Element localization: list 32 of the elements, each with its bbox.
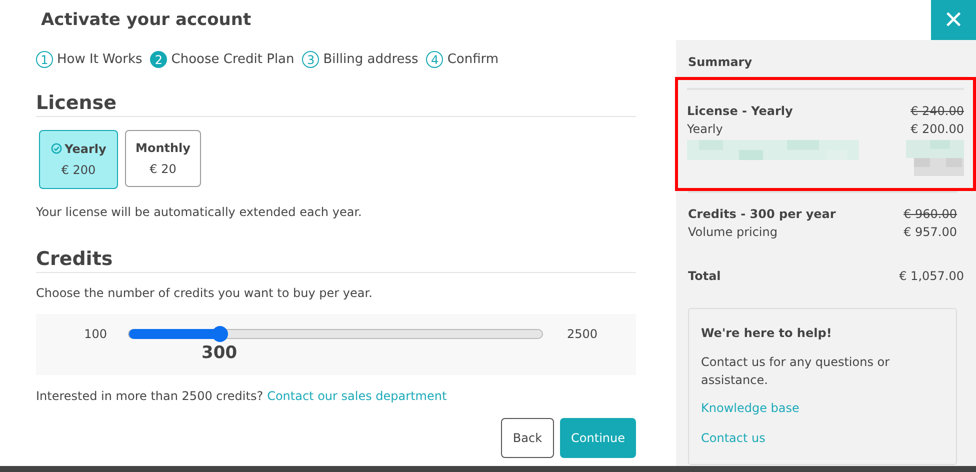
summary-item-detail: Volume pricing [688, 224, 778, 241]
pixelated-blur-drawing [906, 140, 964, 176]
wizard-step[interactable]: 4 Confirm [426, 50, 499, 70]
wizard-step[interactable]: 3 Billing address [302, 50, 418, 70]
slider-thumb[interactable] [212, 326, 228, 342]
summary-item-price: € 200.00 [910, 121, 964, 138]
total-amount: € 1,057.00 [899, 268, 964, 285]
back-button[interactable]: Back [500, 418, 554, 458]
check-circle-icon [50, 143, 62, 154]
summary-item-title: License - Yearly [687, 103, 793, 120]
help-text: Contact us for any questions or assistance. [701, 354, 891, 389]
summary-item-title: Credits - 300 per year [688, 206, 836, 223]
credits-description: Choose the number of credits you want to buy per year. [36, 284, 374, 302]
slider-value: 300 [202, 342, 238, 364]
help-heading: We're here to help! [701, 325, 833, 342]
license-note: Your license will be automatically extended each year. [36, 204, 363, 220]
section-heading: Credits [36, 246, 636, 272]
summary-item-detail: Yearly [687, 121, 723, 138]
slider-max-label: 2500 [566, 326, 598, 342]
summary-heading: Summary [688, 54, 754, 71]
summary-item-price: € 957.00 [904, 224, 957, 241]
dialog-title: Activate your account [41, 9, 252, 32]
section-heading: License [36, 90, 636, 116]
slider-min-label: 100 [83, 326, 108, 342]
original-price: € 960.00 [904, 206, 957, 223]
plan-option[interactable]: Monthly € 20 [125, 130, 201, 186]
wizard-step[interactable]: 1 How It Works [36, 50, 142, 70]
total-label: Total [688, 268, 721, 285]
wizard-step[interactable]: 2 Choose Credit Plan [150, 50, 294, 70]
original-price: € 240.00 [910, 103, 964, 120]
plan-option[interactable]: Yearly € 200 [39, 130, 118, 188]
more-credits-text: Interested in more than 2500 credits? [36, 388, 264, 404]
